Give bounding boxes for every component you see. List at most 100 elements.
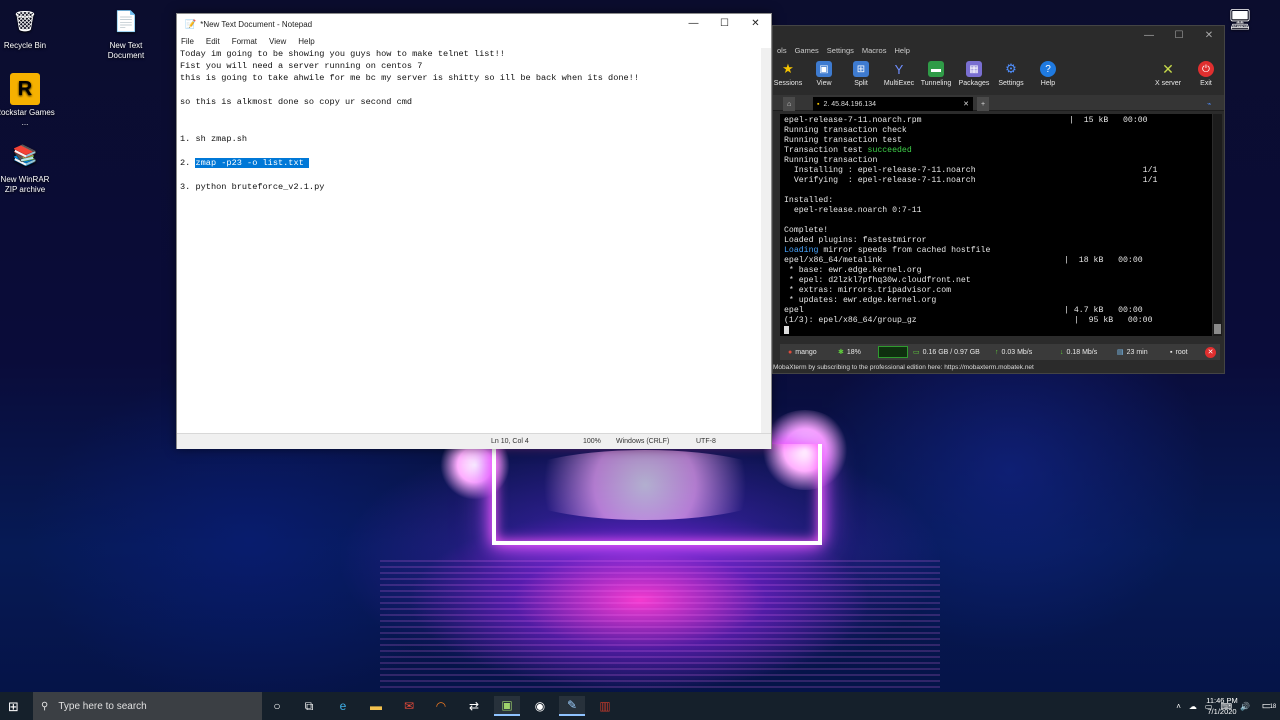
- mobaxterm-titlebar[interactable]: — ☐ ✕: [773, 26, 1224, 46]
- desktop-icon-recycle-bin[interactable]: 🗑 Recycle Bin: [0, 6, 55, 51]
- notepad-menubar: File Edit Format View Help: [177, 34, 771, 48]
- taskbar-origin[interactable]: ◠: [428, 696, 454, 716]
- recycle-bin-icon: 🗑: [12, 11, 38, 33]
- desktop-icon-label: New WinRAR ZIP archive: [0, 175, 50, 194]
- taskbar-clock[interactable]: 11:46 PM 7/1/2020: [1200, 695, 1244, 717]
- windows-icon: ⊞: [8, 699, 19, 714]
- terminal-output[interactable]: epel-release-7-11.noarch.rpm | 15 kB 00:…: [780, 114, 1212, 336]
- session-tab-label: 2. 45.84.196.134: [823, 100, 877, 108]
- notepad-app-icon: 📝: [185, 18, 197, 29]
- minimize-button[interactable]: —: [1134, 26, 1164, 46]
- vertical-scrollbar[interactable]: [761, 48, 771, 435]
- terminal-line: Running transaction: [784, 156, 878, 165]
- maximize-button[interactable]: ☐: [1164, 26, 1194, 46]
- packages-button[interactable]: ▦ Packages: [955, 61, 993, 87]
- view-button[interactable]: ▣ View: [805, 61, 843, 87]
- terminal-line: epel | 4.7 kB 00:00: [784, 306, 1143, 315]
- maximize-button[interactable]: ☐: [709, 14, 740, 34]
- terminal-scrollbar[interactable]: [1213, 114, 1222, 336]
- exit-button[interactable]: ⏻ Exit: [1187, 61, 1225, 87]
- mobaxterm-icon: ▣: [501, 698, 513, 712]
- taskbar-winrar[interactable]: ▥: [592, 696, 618, 716]
- menu-games[interactable]: Games: [795, 46, 819, 59]
- mobaxterm-menubar: ols Games Settings Macros Help: [773, 46, 1224, 59]
- menu-tools[interactable]: ols: [777, 46, 787, 59]
- desktop-icon-label: Recycle Bin: [3, 41, 47, 50]
- computer-icon: 🖥: [1227, 9, 1253, 31]
- start-button[interactable]: ⊞: [8, 699, 19, 715]
- menu-view[interactable]: View: [269, 37, 286, 46]
- task-view-button[interactable]: ⧉: [296, 696, 322, 716]
- home-tab[interactable]: ⌂: [783, 97, 796, 111]
- status-close[interactable]: ✕: [1205, 344, 1216, 360]
- notification-center-button[interactable]: ▭ 18: [1262, 699, 1277, 712]
- minimize-button[interactable]: —: [678, 14, 709, 34]
- clock-icon: ▤: [1117, 349, 1124, 356]
- terminal-line: epel-release-7-11.noarch.rpm | 15 kB 00:…: [784, 116, 1148, 125]
- multiexec-button[interactable]: Y MultiExec: [880, 61, 918, 88]
- cpu-graph: [878, 344, 908, 360]
- taskbar-mobaxterm[interactable]: ▣: [494, 696, 520, 716]
- menu-settings[interactable]: Settings: [827, 46, 854, 59]
- terminal-line: * epel: d2lzkl7pfhq30w.cloudfront.net: [784, 276, 971, 285]
- help-button[interactable]: ? Help: [1029, 61, 1067, 87]
- obs-icon: ◉: [534, 699, 546, 713]
- taskbar-edge[interactable]: e: [330, 696, 356, 716]
- desktop-icon-rockstar-games[interactable]: R Rockstar Games ...: [0, 73, 55, 128]
- menu-help[interactable]: Help: [298, 37, 314, 46]
- search-box[interactable]: ⚲ Type here to search: [33, 692, 262, 720]
- terminal-line: Complete!: [784, 226, 829, 235]
- text-line: so this is alkmost done so copy ur secon…: [180, 97, 413, 108]
- session-tab[interactable]: ▪ 2. 45.84.196.134 ✕: [813, 97, 973, 111]
- cloud-icon[interactable]: ☁: [1189, 702, 1197, 711]
- app-icon: ⇄: [468, 699, 480, 713]
- menu-edit[interactable]: Edit: [206, 37, 220, 46]
- gear-icon: ⚙: [1005, 61, 1017, 76]
- terminal-line: epel/x86_64/metalink | 18 kB 00:00: [784, 256, 1143, 265]
- terminal-line: * base: ewr.edge.kernel.org: [784, 266, 922, 275]
- sessions-button[interactable]: ★ Sessions: [769, 61, 807, 87]
- tunneling-button[interactable]: ▬ Tunneling: [917, 61, 955, 87]
- notepad-titlebar[interactable]: 📝 *New Text Document - Notepad — ☐ ✕: [177, 14, 771, 34]
- attach-icon[interactable]: ⌁: [1203, 97, 1215, 111]
- desktop-icon-new-text-document[interactable]: 📄 New Text Document: [96, 6, 156, 61]
- add-icon: +: [981, 100, 986, 108]
- chevron-up-icon[interactable]: ˄: [1176, 702, 1181, 711]
- mail-icon: ✉: [403, 699, 415, 713]
- taskbar-notepad[interactable]: ✎: [559, 696, 585, 716]
- cortana-button[interactable]: ○: [264, 696, 290, 716]
- power-icon: ⏻: [1198, 61, 1214, 77]
- taskbar-obs[interactable]: ◉: [527, 696, 553, 716]
- unregistered-notice[interactable]: MobaXterm by subscribing to the professi…: [773, 362, 1224, 374]
- uptime-label: 23 min: [1126, 348, 1148, 356]
- toolbar-label: Settings: [998, 80, 1024, 87]
- taskbar-app[interactable]: ⇄: [461, 696, 487, 716]
- menu-file[interactable]: File: [181, 37, 194, 46]
- menu-help[interactable]: Help: [894, 46, 909, 59]
- tunneling-icon: ▬: [928, 61, 944, 77]
- scroll-thumb[interactable]: [1214, 324, 1221, 334]
- close-button[interactable]: ✕: [1194, 26, 1224, 46]
- close-button[interactable]: ✕: [740, 14, 771, 34]
- notepad-title: *New Text Document - Notepad: [200, 19, 313, 29]
- menu-format[interactable]: Format: [232, 37, 257, 46]
- menu-macros[interactable]: Macros: [862, 46, 887, 59]
- winrar-archive-icon: 📚: [12, 145, 38, 167]
- new-tab-button[interactable]: +: [977, 97, 990, 111]
- desktop-icon-winrar-archive[interactable]: 📚 New WinRAR ZIP archive: [0, 140, 55, 195]
- close-tab-icon[interactable]: ✕: [963, 100, 969, 108]
- split-button[interactable]: ⊞ Split: [842, 61, 880, 87]
- home-icon: ⌂: [787, 100, 792, 108]
- text-line: 2. zmap -p23 -o list.txt: [180, 157, 760, 169]
- taskbar-mail[interactable]: ✉: [396, 696, 422, 716]
- taskbar-file-explorer[interactable]: ▬: [363, 696, 389, 716]
- toolbar-label: Packages: [958, 80, 990, 87]
- text-line: [180, 169, 760, 181]
- text-line: [180, 108, 760, 120]
- cpu-label: 18%: [846, 348, 861, 356]
- notepad-text-area[interactable]: Today im going to be showing you guys ho…: [180, 48, 760, 435]
- xserver-button[interactable]: ✕ X server: [1149, 61, 1187, 88]
- toolbar-label: Split: [854, 80, 868, 87]
- selected-text: zmap -p23 -o list.txt: [195, 157, 309, 168]
- settings-button[interactable]: ⚙ Settings: [992, 61, 1030, 87]
